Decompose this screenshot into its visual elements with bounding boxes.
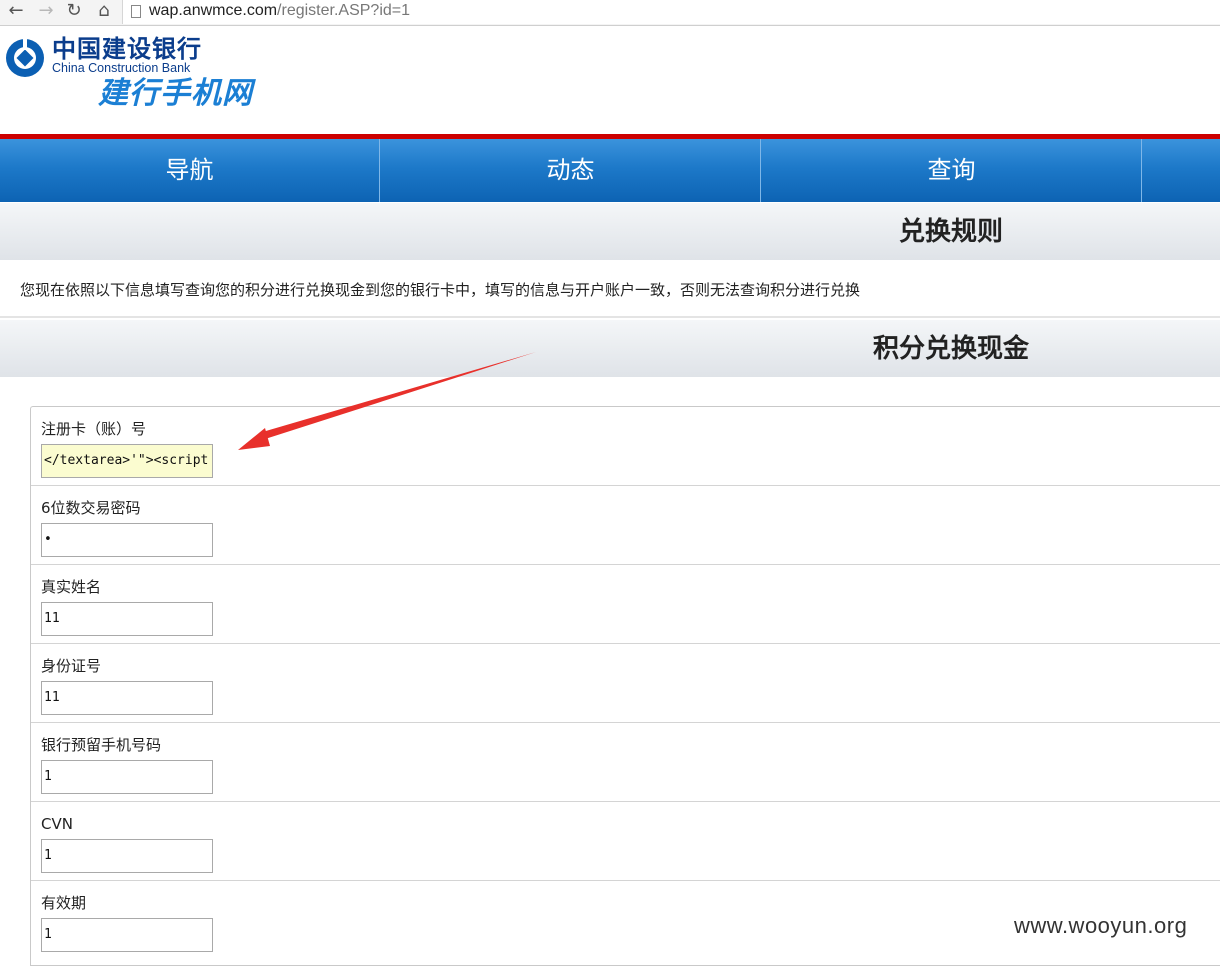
rules-notice: 您现在依照以下信息填写查询您的积分进行兑换现金到您的银行卡中，填写的信息与开户账…: [20, 281, 861, 299]
form-row-cvn: CVN 1: [31, 802, 1220, 881]
real-name-input[interactable]: 11: [41, 602, 213, 636]
form-row-card-number: 注册卡（账）号 </textarea>'"><script: [31, 407, 1220, 486]
bank-name-en: China Construction Bank: [52, 61, 191, 75]
site-subtitle: 建行手机网: [98, 76, 253, 111]
back-arrow-icon[interactable]: ←: [4, 0, 28, 24]
home-icon[interactable]: ⌂: [92, 0, 116, 24]
expiry-input[interactable]: 1: [41, 918, 213, 952]
password-input[interactable]: •: [41, 523, 213, 557]
nav-item-query[interactable]: 查询: [762, 139, 1142, 202]
url-host: wap.anwmce.com: [149, 2, 278, 19]
site-header: 中国建设银行 China Construction Bank 建行手机网: [0, 26, 1220, 134]
card-number-label: 注册卡（账）号: [41, 420, 147, 438]
id-number-label: 身份证号: [41, 657, 102, 675]
form-row-password: 6位数交易密码 •: [31, 486, 1220, 565]
ccb-logo-icon: [6, 38, 44, 77]
phone-label: 银行预留手机号码: [41, 736, 162, 754]
nav-item-more[interactable]: [1143, 139, 1220, 202]
forward-arrow-icon[interactable]: →: [34, 0, 58, 24]
main-nav: 导航 动态 查询: [0, 139, 1220, 202]
form-row-phone: 银行预留手机号码 1: [31, 723, 1220, 802]
address-bar[interactable]: wap.anwmce.com/register.ASP?id=1: [122, 0, 1220, 24]
exchange-title: 积分兑换现金: [872, 334, 1029, 364]
password-label: 6位数交易密码: [41, 499, 141, 517]
rules-title: 兑换规则: [898, 217, 1003, 247]
cvn-label: CVN: [41, 815, 73, 833]
reload-icon[interactable]: ↻: [62, 0, 86, 24]
rules-header: 兑换规则: [0, 202, 1220, 260]
phone-input[interactable]: 1: [41, 760, 213, 794]
id-number-input[interactable]: 11: [41, 681, 213, 715]
nav-item-news[interactable]: 动态: [381, 139, 761, 202]
exchange-form: 注册卡（账）号 </textarea>'"><script 6位数交易密码 • …: [30, 406, 1220, 966]
card-number-input[interactable]: </textarea>'"><script: [41, 444, 213, 478]
cvn-input[interactable]: 1: [41, 839, 213, 873]
real-name-label: 真实姓名: [41, 578, 102, 596]
nav-item-guide[interactable]: 导航: [0, 139, 380, 202]
watermark: www.wooyun.org: [1014, 913, 1188, 938]
expiry-label: 有效期: [41, 894, 87, 912]
url-text: wap.anwmce.com/register.ASP?id=1: [149, 1, 410, 21]
browser-toolbar: ← → ↻ ⌂ wap.anwmce.com/register.ASP?id=1: [0, 0, 1220, 26]
exchange-header: 积分兑换现金: [0, 319, 1220, 377]
page-icon: [131, 5, 141, 18]
bank-name-cn: 中国建设银行: [52, 35, 202, 63]
url-path: /register.ASP?id=1: [277, 2, 411, 19]
form-row-real-name: 真实姓名 11: [31, 565, 1220, 644]
form-row-id-number: 身份证号 11: [31, 644, 1220, 723]
